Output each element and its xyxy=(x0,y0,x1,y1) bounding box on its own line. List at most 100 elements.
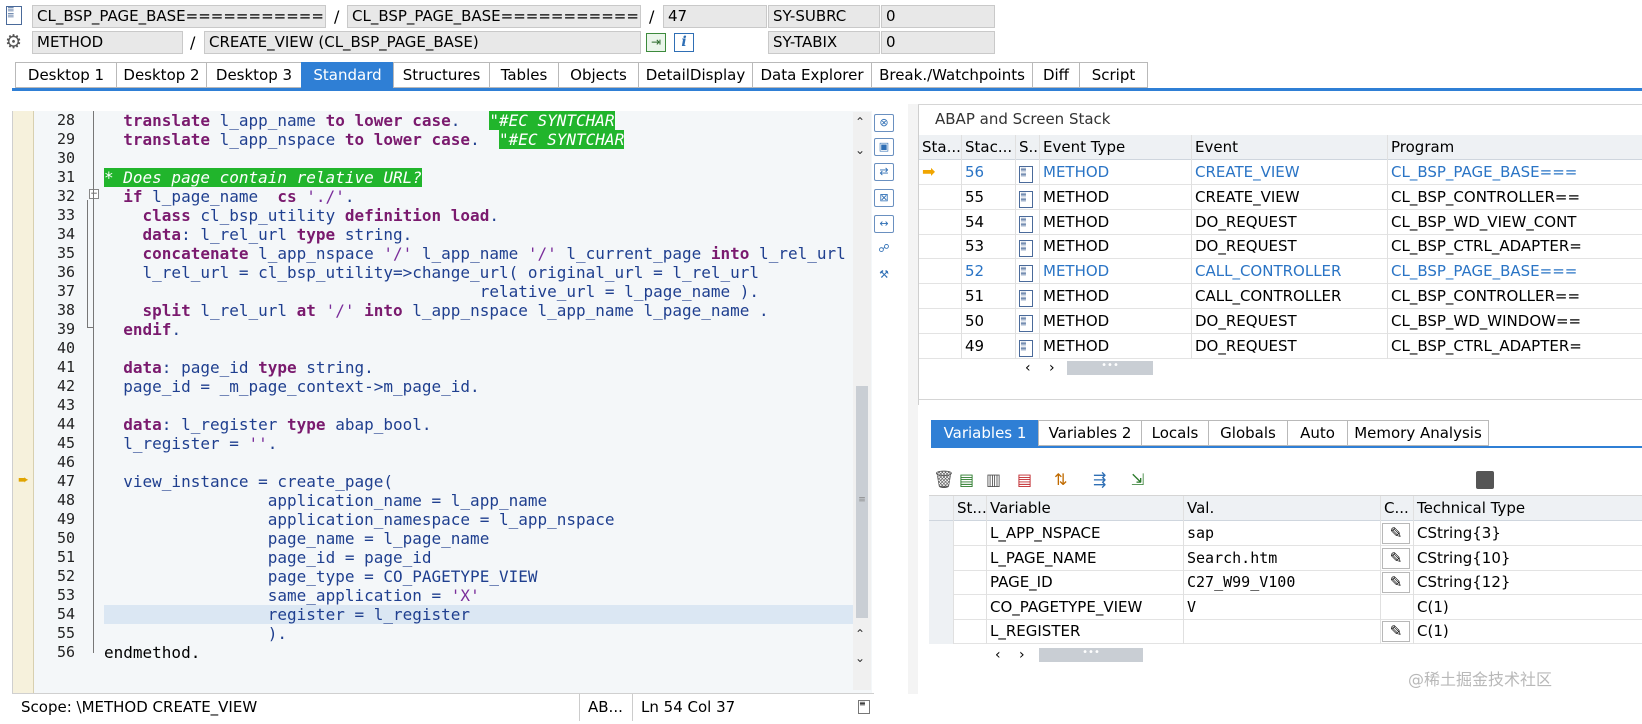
stack-row[interactable]: 53 ≡ ≡ METHOD DO_REQUEST CL_BSP_CTRL_ADAPTER= xyxy=(919,234,1642,260)
edit-pencil-icon[interactable]: ✎ xyxy=(1382,523,1410,544)
column-header[interactable]: C... xyxy=(1381,496,1414,521)
scroll-left-icon[interactable]: ‹ xyxy=(1025,360,1031,376)
delete-row-icon[interactable]: ▤ xyxy=(1017,471,1032,489)
column-header[interactable]: Val. xyxy=(1184,496,1381,521)
transfer-icon[interactable]: ⇅ xyxy=(1054,471,1067,489)
scroll-thumb[interactable]: ≡ xyxy=(856,386,868,618)
close-window-icon[interactable]: ⊗ xyxy=(874,114,894,132)
scroll-right-icon[interactable]: › xyxy=(1019,647,1025,663)
tab-desktop-2[interactable]: Desktop 2 xyxy=(116,62,206,88)
tab-objects[interactable]: Objects xyxy=(558,62,638,88)
tab-detaildisplay[interactable]: DetailDisplay xyxy=(638,62,752,88)
scroll-down-icon[interactable]: ⌄ xyxy=(855,144,865,156)
scroll-down-icon[interactable]: ⌄ xyxy=(855,652,865,664)
new-window-icon[interactable]: ▣ xyxy=(874,138,894,156)
save-icon[interactable] xyxy=(1476,471,1494,489)
insert-row-icon[interactable]: ▤ xyxy=(959,471,974,489)
line-number: 48 xyxy=(56,491,75,509)
stack-row[interactable]: 51 ≡ ≡ METHOD CALL_CONTROLLER CL_BSP_CONTROLL… xyxy=(919,284,1642,309)
variable-status xyxy=(954,594,987,620)
tab-structures[interactable]: Structures xyxy=(393,62,489,88)
variable-value[interactable] xyxy=(1184,619,1381,645)
source-code-editor[interactable]: ➨ − 28 29 30 31 32 33 34 35 36 37 38 39 … xyxy=(12,111,872,693)
stack-row[interactable]: 55 ≡ ≡ METHOD CREATE_VIEW CL_BSP_CONTROLLER== xyxy=(919,184,1642,210)
tab-standard[interactable]: Standard xyxy=(301,62,393,88)
stack-row[interactable]: 54 ≡ ≡ METHOD DO_REQUEST CL_BSP_WD_VIEW_CONT xyxy=(919,209,1642,235)
stack-level: 52 xyxy=(962,259,1016,285)
scroll-up-icon[interactable]: ⌃ xyxy=(855,116,865,128)
column-header[interactable]: Technical Type xyxy=(1414,496,1642,521)
variable-row[interactable]: CO_PAGETYPE_VIEW V C(1) xyxy=(929,594,1642,620)
stack-status-cell xyxy=(919,234,962,260)
scroll-left-icon[interactable]: ‹ xyxy=(995,647,1001,663)
tab-memory-analysis[interactable]: Memory Analysis xyxy=(1347,420,1489,446)
tab-variables-2[interactable]: Variables 2 xyxy=(1038,420,1141,446)
stack-row[interactable]: 50 ≡ ≡ METHOD DO_REQUEST CL_BSP_WD_WINDOW== xyxy=(919,308,1642,334)
document-icon: ≡ xyxy=(858,700,870,714)
variable-row[interactable]: L_APP_NSPACE sap ✎ CString{3} xyxy=(929,521,1642,546)
variable-row[interactable]: PAGE_ID C27_W99_V100 ✎ CString{12} xyxy=(929,570,1642,596)
tab-data-explorer[interactable]: Data Explorer xyxy=(752,62,871,88)
export-icon[interactable]: ⇲ xyxy=(1131,471,1144,489)
swap-windows-icon[interactable]: ⇄ xyxy=(874,163,894,181)
tab-desktop-3[interactable]: Desktop 3 xyxy=(206,62,301,88)
info-icon[interactable]: i xyxy=(674,33,694,52)
pane-splitter[interactable] xyxy=(908,104,918,694)
scroll-thumb[interactable]: ••• xyxy=(1067,361,1153,375)
settings-tools-icon[interactable]: ⚒ xyxy=(874,267,894,285)
column-header[interactable]: St... xyxy=(954,496,987,521)
debugger-tools-icon[interactable]: ☍ xyxy=(874,241,894,259)
variable-value[interactable]: C27_W99_V100 xyxy=(1184,570,1381,596)
maximize-icon[interactable]: ⊠ xyxy=(874,189,894,207)
include-field[interactable]: CL_BSP_PAGE_BASE=============... xyxy=(347,5,641,28)
scroll-thumb[interactable]: ••• xyxy=(1039,648,1143,662)
stack-row[interactable]: 49 ≡ ≡ METHOD DO_REQUEST CL_BSP_CTRL_ADAPTER= xyxy=(919,333,1642,359)
tab-auto[interactable]: Auto xyxy=(1287,420,1347,446)
edit-pencil-icon[interactable]: ✎ xyxy=(1382,547,1410,569)
editor-vertical-scrollbar[interactable]: ⌃ ⌄ ≡ ⌃ ⌄ xyxy=(853,112,871,690)
stack-hscroll[interactable]: ‹ › ••• xyxy=(1019,359,1269,377)
tab-tables[interactable]: Tables xyxy=(489,62,558,88)
navigate-to-source-icon[interactable]: ⇥ xyxy=(646,33,666,52)
column-header[interactable]: Sta... xyxy=(919,135,962,160)
tab-locals[interactable]: Locals xyxy=(1141,420,1208,446)
scroll-up-icon[interactable]: ⌃ xyxy=(855,628,865,640)
variable-value[interactable]: V xyxy=(1184,594,1381,620)
column-header[interactable]: Program xyxy=(1388,135,1642,160)
variable-value[interactable]: Search.htm xyxy=(1184,545,1381,571)
stack-row[interactable]: ➡ 56 ≡ ≡ METHOD CREATE_VIEW CL_BSP_PAGE_BASE==… xyxy=(919,160,1642,185)
stack-source-cell: ≡ ≡ xyxy=(1016,209,1040,235)
variable-row[interactable]: L_PAGE_NAME Search.htm ✎ CString{10} xyxy=(929,545,1642,571)
copy-row-icon[interactable]: ▥ xyxy=(986,471,1001,489)
variables-hscroll[interactable]: ‹ › ••• xyxy=(989,646,1249,664)
tree-view-icon[interactable]: ⇶ xyxy=(1093,471,1106,489)
current-frame-arrow-icon: ➡ xyxy=(922,162,936,181)
resize-horizontal-icon[interactable]: ↔ xyxy=(874,215,894,233)
column-header[interactable]: Variable xyxy=(987,496,1184,521)
tab-breakpoints[interactable]: Break./Watchpoints xyxy=(871,62,1032,88)
column-header[interactable]: Stac... xyxy=(962,135,1016,160)
main-program-field[interactable]: CL_BSP_PAGE_BASE=============... xyxy=(32,5,326,28)
tab-desktop-1[interactable]: Desktop 1 xyxy=(15,62,116,88)
scroll-right-icon[interactable]: › xyxy=(1049,360,1055,376)
breakpoint-gutter[interactable] xyxy=(13,111,34,693)
variable-value[interactable]: sap xyxy=(1184,521,1381,546)
stack-status-cell xyxy=(919,259,962,285)
variable-row[interactable]: L_REGISTER ✎ C(1) xyxy=(929,619,1642,645)
stack-row[interactable]: 52 ≡ ≡ METHOD CALL_CONTROLLER CL_BSP_PAGE_BAS… xyxy=(919,259,1642,285)
column-header[interactable]: Event Type xyxy=(1040,135,1192,160)
code-line: endif. xyxy=(123,320,182,339)
column-header[interactable]: Event xyxy=(1192,135,1388,160)
tab-globals[interactable]: Globals xyxy=(1208,420,1287,446)
fold-marker-icon[interactable]: − xyxy=(89,189,99,199)
tab-script[interactable]: Script xyxy=(1079,62,1148,88)
delete-icon[interactable]: 🗑 xyxy=(933,471,955,489)
edit-pencil-icon[interactable]: ✎ xyxy=(1382,621,1410,643)
line-number-field[interactable]: 47 xyxy=(663,5,767,28)
code-line: application_name = l_app_name xyxy=(267,491,548,510)
cursor-position: Ln 54 Col 37 xyxy=(632,694,735,721)
tab-variables-1[interactable]: Variables 1 xyxy=(931,420,1038,446)
tab-diff[interactable]: Diff xyxy=(1032,62,1079,88)
edit-pencil-icon[interactable]: ✎ xyxy=(1382,572,1410,594)
column-header[interactable]: S... xyxy=(1016,135,1040,160)
